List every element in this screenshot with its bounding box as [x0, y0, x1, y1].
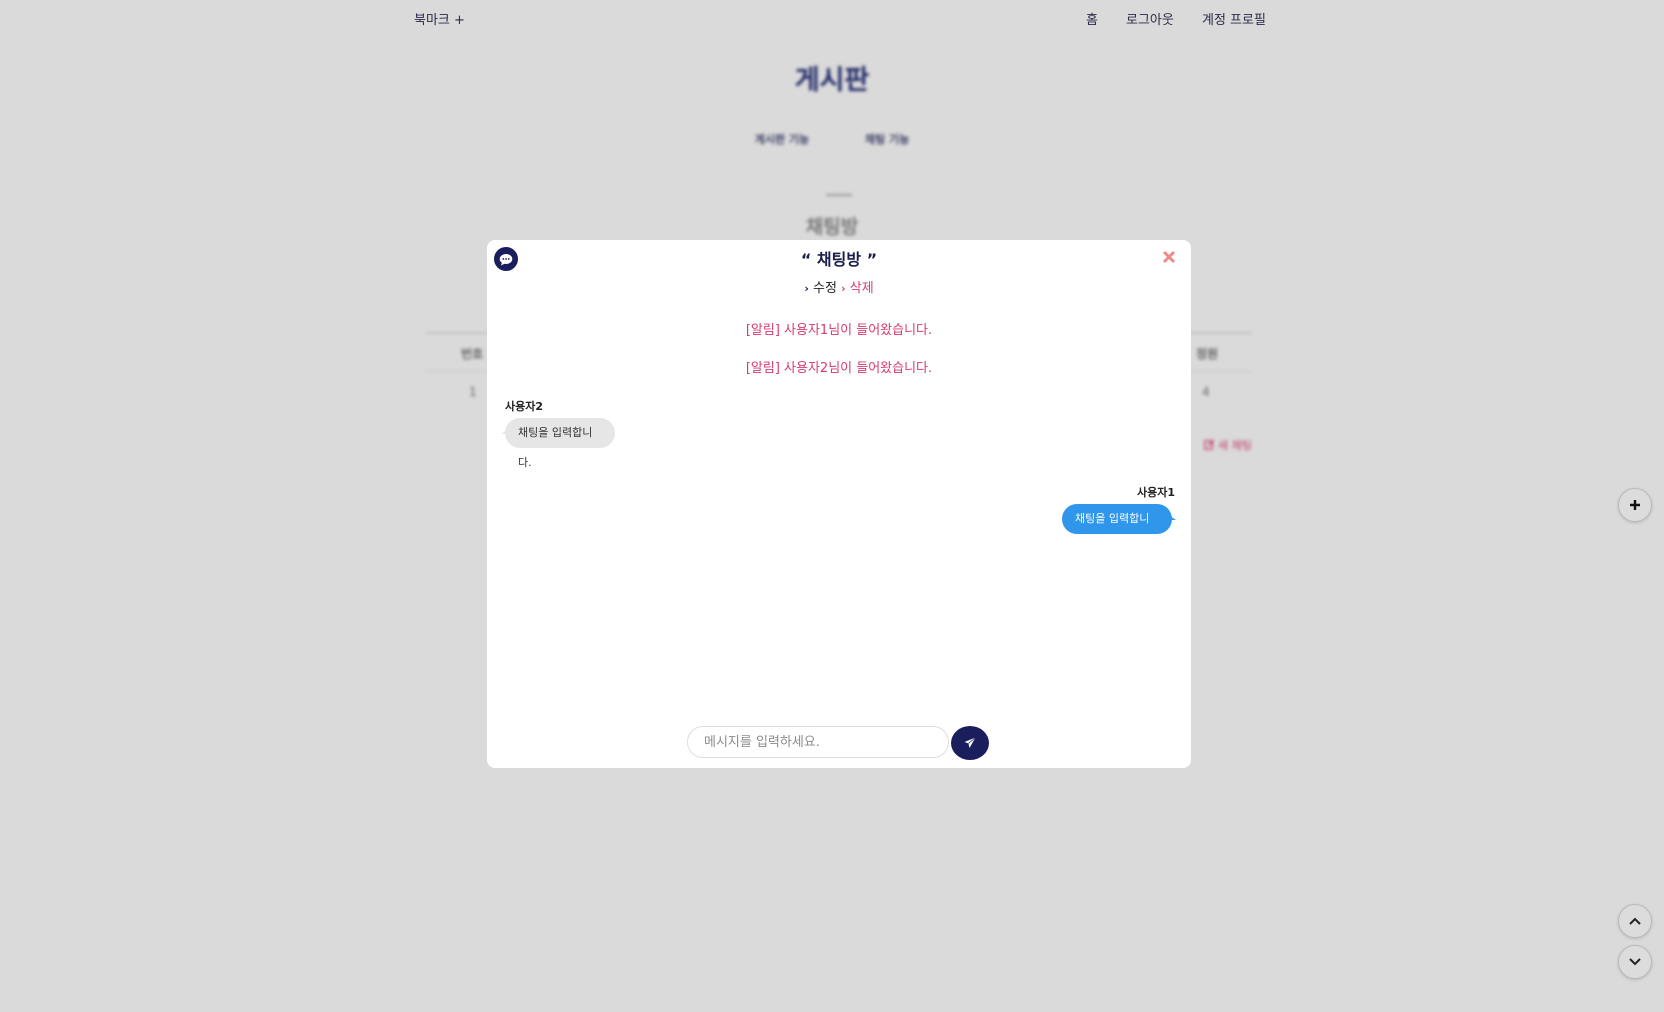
send-button[interactable]	[951, 726, 989, 760]
table-header-number: 번호	[461, 347, 484, 361]
room-actions: › 수정 › 삭제	[487, 277, 1191, 296]
section-divider	[826, 194, 852, 196]
chevron-up-icon	[1629, 917, 1641, 925]
message-sender: 사용자2	[505, 400, 544, 413]
add-button[interactable]	[1618, 488, 1652, 522]
scroll-top-button[interactable]	[1618, 904, 1652, 938]
plus-icon	[1630, 500, 1640, 510]
message-bubble: 채팅을 입력합니다.	[1062, 504, 1172, 555]
delete-room-link[interactable]: 삭제	[850, 281, 874, 296]
new-chat-label: 새 채팅	[1218, 439, 1252, 452]
table-header-capacity: 정원	[1196, 347, 1219, 361]
chevron-down-icon	[1629, 958, 1641, 966]
modal-title: “ 채팅방 ”	[800, 250, 878, 269]
close-button[interactable]	[1162, 249, 1176, 264]
tab-chat[interactable]: 채팅 기능	[865, 131, 909, 147]
profile-link[interactable]: 계정 프로필	[1202, 9, 1266, 28]
message-bubble: 채팅을 입력합니다.	[505, 418, 615, 469]
edit-icon	[1204, 439, 1215, 450]
table-cell-number: 1	[469, 385, 477, 399]
edit-room-link[interactable]: 수정	[813, 281, 837, 296]
logout-link[interactable]: 로그아웃	[1126, 9, 1174, 28]
table-cell-capacity: 4	[1202, 385, 1210, 399]
page-title: 게시판	[794, 65, 870, 96]
message-sender: 사용자1	[1137, 486, 1176, 499]
tab-board[interactable]: 게시판 기능	[755, 131, 809, 147]
section-title: 채팅방	[805, 216, 859, 238]
new-chat-button[interactable]: 새 채팅	[1204, 437, 1252, 453]
bookmark-link[interactable]: 북마크 +	[414, 9, 465, 28]
message-input[interactable]	[687, 726, 949, 758]
send-icon	[964, 737, 976, 748]
chevron-right-icon: ›	[804, 282, 809, 295]
join-notice: [알림] 사용자1님이 들어왔습니다.	[745, 323, 933, 338]
join-notice: [알림] 사용자2님이 들어왔습니다.	[745, 361, 933, 376]
top-nav: 북마크 + 홈 로그아웃 계정 프로필	[0, 0, 1664, 36]
scroll-bottom-button[interactable]	[1618, 945, 1652, 979]
chat-modal: “ 채팅방 ” › 수정 › 삭제 [알림] 사용자1님이 들어왔습니다. [알…	[487, 240, 1191, 768]
home-link[interactable]: 홈	[1086, 9, 1098, 28]
close-icon	[1162, 250, 1176, 264]
chevron-right-icon: ›	[841, 282, 846, 295]
feature-tabs: 게시판 기능 채팅 기능	[0, 131, 1664, 147]
